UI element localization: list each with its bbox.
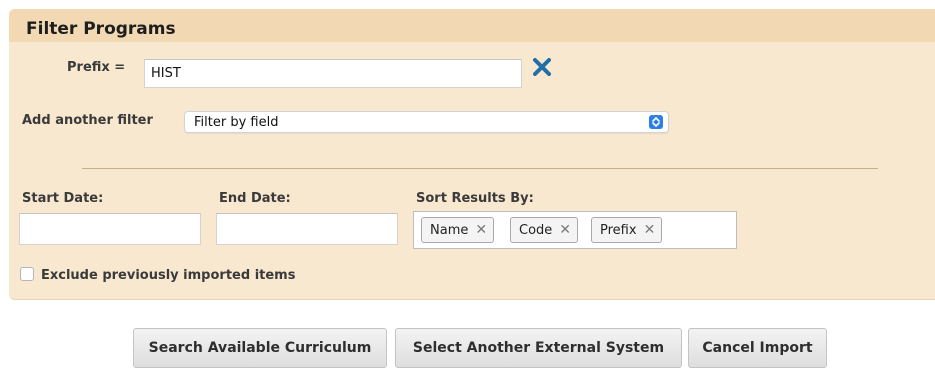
filter-panel: Filter Programs	[9, 9, 935, 300]
sort-tag-prefix[interactable]: Prefix ✕	[591, 217, 663, 243]
select-external-system-button[interactable]: Select Another External System	[395, 328, 682, 368]
start-date-input[interactable]	[19, 213, 201, 245]
remove-tag-icon[interactable]: ✕	[644, 222, 656, 238]
sort-tag-label: Name	[430, 222, 469, 238]
add-filter-label: Add another filter	[22, 113, 153, 128]
search-curriculum-button[interactable]: Search Available Curriculum	[133, 328, 387, 368]
prefix-label: Prefix =	[67, 60, 126, 75]
exclude-imported-label[interactable]: Exclude previously imported items	[41, 268, 295, 283]
remove-tag-icon[interactable]: ✕	[475, 222, 487, 238]
filter-panel-title: Filter Programs	[26, 19, 176, 39]
exclude-imported-checkbox[interactable]	[20, 267, 34, 281]
sort-results-label: Sort Results By:	[416, 191, 534, 206]
sort-results-field[interactable]: Name ✕ Code ✕ Prefix ✕	[413, 211, 737, 249]
sort-tag-code[interactable]: Code ✕	[510, 217, 579, 243]
end-date-label: End Date:	[219, 191, 291, 206]
sort-tag-name[interactable]: Name ✕	[421, 217, 495, 243]
sort-tag-label: Prefix	[600, 222, 637, 238]
remove-tag-icon[interactable]: ✕	[559, 222, 571, 238]
filter-panel-header: Filter Programs	[9, 9, 935, 42]
prefix-input-value: HIST	[151, 66, 181, 81]
sort-tag-label: Code	[519, 222, 553, 238]
start-date-label: Start Date:	[22, 191, 104, 206]
close-icon[interactable]	[533, 58, 551, 76]
cancel-import-button[interactable]: Cancel Import	[688, 328, 827, 368]
end-date-input[interactable]	[216, 213, 398, 245]
prefix-input[interactable]: HIST	[144, 59, 522, 88]
section-divider	[82, 168, 878, 169]
add-filter-select[interactable]: Filter by field	[184, 111, 669, 133]
add-filter-select-value: Filter by field	[194, 114, 279, 130]
select-arrows-icon	[649, 115, 663, 129]
